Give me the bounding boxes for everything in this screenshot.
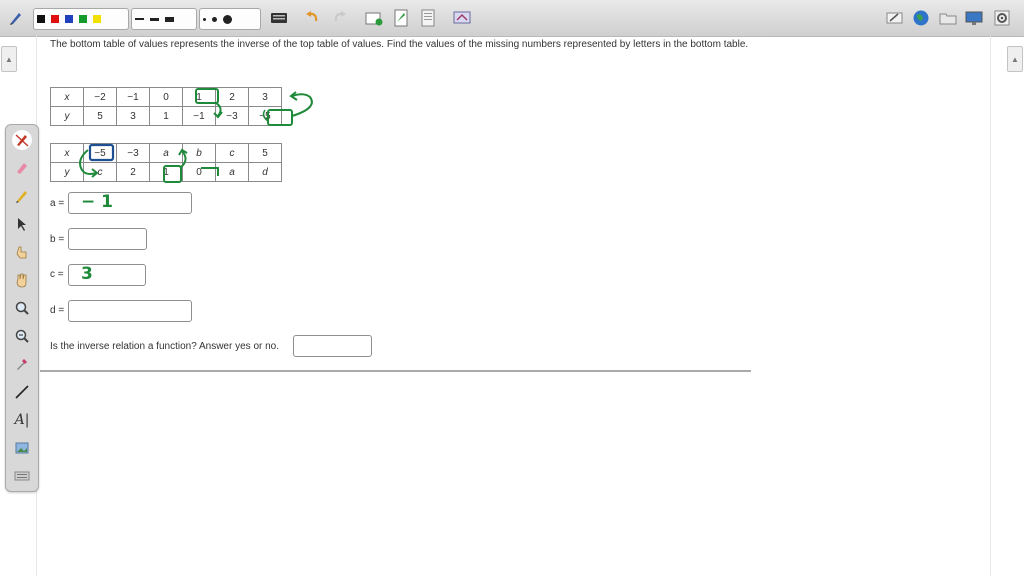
answer-d-input[interactable]: [68, 300, 192, 322]
answer-a-label: a =: [50, 198, 65, 209]
ink-box-top-neg5: [267, 109, 293, 126]
ink-annotations: [79, 88, 313, 183]
answer-c-handwriting: 3: [81, 264, 93, 284]
answer-c-input[interactable]: 3: [68, 264, 146, 286]
function-answer-input[interactable]: [293, 335, 372, 357]
function-question: Is the inverse relation a function? Answ…: [50, 341, 280, 352]
ink-mark-bottom-0: [201, 167, 219, 176]
ink-box-bottom-neg5: [88, 143, 115, 162]
answer-d-label: d =: [50, 305, 65, 316]
answer-a-handwriting: − 1: [81, 192, 113, 212]
answer-b-input[interactable]: [68, 228, 147, 250]
answer-a-input[interactable]: − 1: [68, 192, 192, 214]
ink-box-top-1: [195, 88, 219, 104]
ink-box-bottom-1: [163, 165, 182, 183]
answer-b-label: b =: [50, 234, 65, 245]
answer-c-label: c =: [50, 269, 64, 280]
content-bottom-divider: [40, 370, 751, 372]
